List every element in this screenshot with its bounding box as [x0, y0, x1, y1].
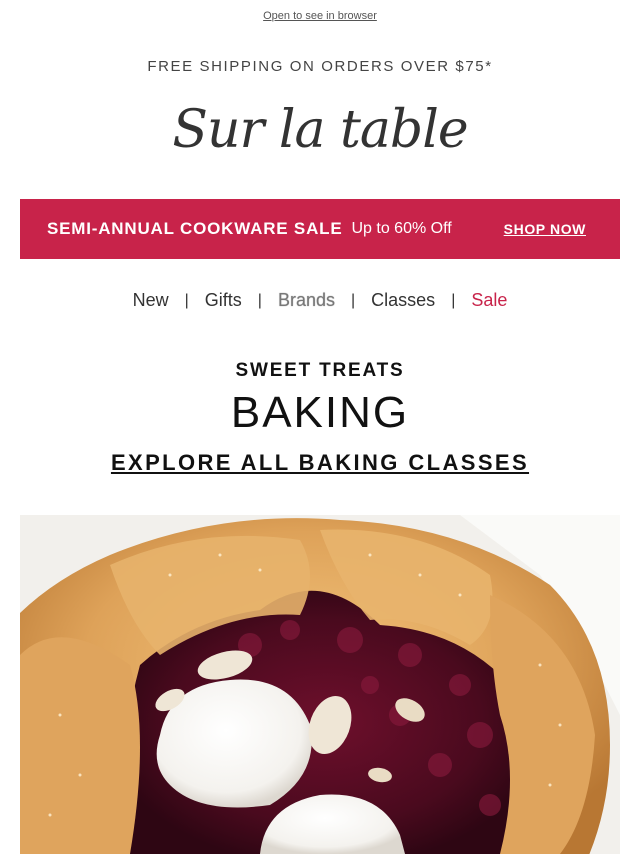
nav-separator: | — [351, 291, 356, 309]
galette-illustration — [20, 515, 620, 854]
nav-item-classes[interactable]: Classes — [369, 290, 437, 311]
shop-now-link[interactable]: SHOP NOW — [504, 221, 586, 237]
cherry-galette-image[interactable] — [20, 515, 620, 854]
section-heading: BAKING — [230, 388, 410, 437]
section-eyebrow: SWEET TREATS — [235, 360, 405, 381]
nav-separator: | — [184, 291, 189, 309]
sale-banner-subtitle: Up to 60% Off — [351, 220, 452, 237]
nav-item-brands[interactable]: Brands — [276, 290, 337, 311]
nav-item-gifts[interactable]: Gifts — [203, 290, 244, 311]
nav-separator: | — [257, 291, 262, 309]
nav-item-sale[interactable]: Sale — [469, 290, 509, 311]
email-page: Open to see in browser FREE SHIPPING ON … — [0, 0, 640, 854]
free-shipping-notice: FREE SHIPPING ON ORDERS OVER $75* — [147, 58, 493, 75]
sur-la-table-logo[interactable]: Sur la table — [0, 100, 640, 160]
explore-baking-classes-link[interactable]: EXPLORE ALL BAKING CLASSES — [0, 450, 640, 476]
sale-banner-title: SEMI-ANNUAL COOKWARE SALE — [47, 219, 343, 238]
nav-separator: | — [451, 291, 456, 309]
open-in-browser-link[interactable]: Open to see in browser — [0, 10, 640, 22]
sale-banner[interactable]: SEMI-ANNUAL COOKWARE SALE Up to 60% Off … — [20, 199, 620, 259]
nav-item-new[interactable]: New — [131, 290, 171, 311]
category-nav: New | Gifts | Brands | Classes | Sale — [0, 290, 640, 311]
